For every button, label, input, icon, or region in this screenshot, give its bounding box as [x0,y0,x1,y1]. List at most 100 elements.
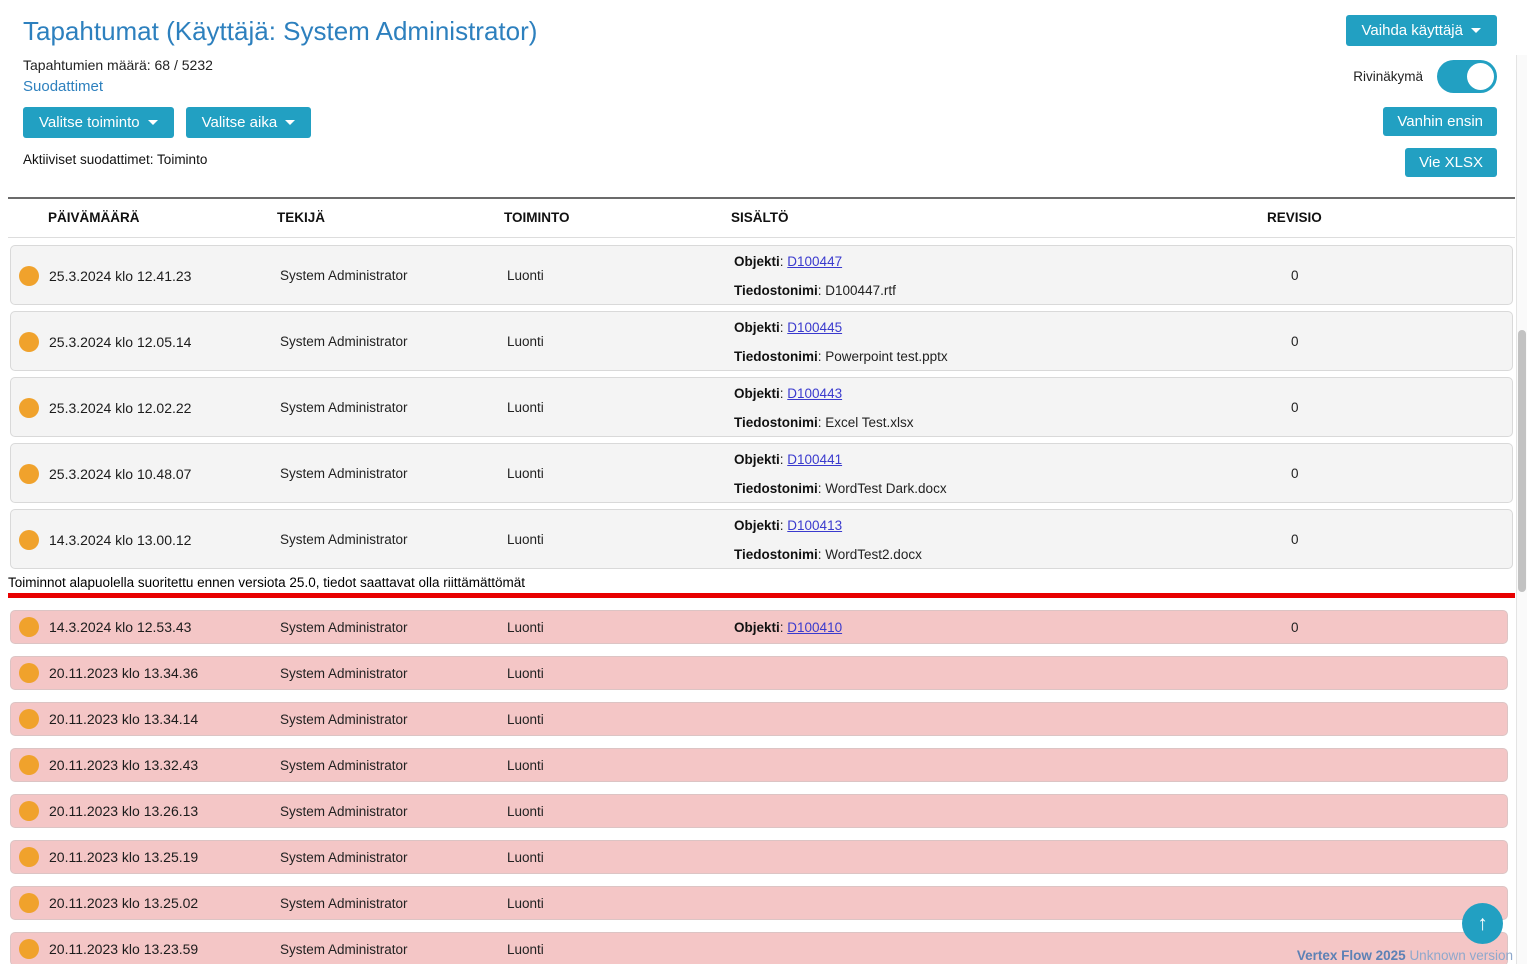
event-date: 14.3.2024 klo 13.00.12 [49,532,191,548]
event-author: System Administrator [272,611,499,643]
event-date: 20.11.2023 klo 13.23.59 [49,941,198,957]
event-action: Luonti [499,657,726,689]
active-filters-label: Aktiiviset suodattimet: Toiminto [23,152,537,167]
table-row: 25.3.2024 klo 12.02.22 System Administra… [10,377,1513,437]
event-date: 20.11.2023 klo 13.34.36 [49,665,198,681]
table-row: 20.11.2023 klo 13.23.59 System Administr… [10,932,1508,964]
event-author: System Administrator [272,378,499,437]
export-xlsx-container: Vie XLSX [1405,148,1497,177]
filter-buttons: Valitse toiminto Valitse aika [23,107,537,138]
column-header-revision: REVISIO [1259,210,1515,225]
legacy-divider [8,593,1515,598]
event-author: System Administrator [272,703,499,735]
object-label: Objekti [734,620,780,635]
filename-label: Tiedostonimi [734,481,818,496]
select-action-label: Valitse toiminto [39,114,140,131]
event-author: System Administrator [272,841,499,873]
export-xlsx-label: Vie XLSX [1419,154,1483,171]
event-author: System Administrator [272,887,499,919]
event-content [726,887,1262,919]
event-date: 25.3.2024 klo 12.02.22 [49,400,191,416]
event-author: System Administrator [272,444,499,503]
object-label: Objekti [734,518,780,533]
table-row: 20.11.2023 klo 13.26.13 System Administr… [10,794,1508,828]
object-link[interactable]: D100441 [787,452,842,467]
object-link[interactable]: D100445 [787,320,842,335]
filename-value: Excel Test.xlsx [825,415,913,430]
switch-user-label: Vaihda käyttäjä [1362,22,1463,39]
events-count: Tapahtumien määrä: 68 / 5232 [23,57,537,73]
event-action: Luonti [499,887,726,919]
event-content [726,795,1262,827]
event-content: Objekti: D100410 [726,611,1262,643]
event-content [726,841,1262,873]
object-label: Objekti [734,254,780,269]
event-author: System Administrator [272,657,499,689]
status-dot-icon [19,266,39,286]
event-action: Luonti [499,795,726,827]
event-content [726,933,1262,964]
event-content: Objekti: D100443 Tiedostonimi: Excel Tes… [726,378,1262,437]
object-link[interactable]: D100413 [787,518,842,533]
event-action: Luonti [499,841,726,873]
event-date: 14.3.2024 klo 12.53.43 [49,619,191,635]
event-date: 20.11.2023 klo 13.34.14 [49,711,198,727]
event-revision: 0 [1262,246,1512,305]
status-dot-icon [19,464,39,484]
table-row: 20.11.2023 klo 13.32.43 System Administr… [10,748,1508,782]
event-date: 20.11.2023 klo 13.25.02 [49,895,198,911]
table-row: 20.11.2023 klo 13.25.19 System Administr… [10,840,1508,874]
row-view-label: Rivinäkymä [1353,69,1423,84]
page-scrollbar[interactable] [1516,55,1527,964]
switch-user-container: Vaihda käyttäjä [1346,15,1497,46]
events-page: Tapahtumat (Käyttäjä: System Administrat… [0,0,1527,964]
event-revision [1262,703,1507,735]
filters-link[interactable]: Suodattimet [23,78,103,95]
event-content: Objekti: D100447 Tiedostonimi: D100447.r… [726,246,1262,305]
event-revision: 0 [1262,444,1512,503]
object-link[interactable]: D100410 [787,620,842,635]
object-link[interactable]: D100447 [787,254,842,269]
event-content: Objekti: D100441 Tiedostonimi: WordTest … [726,444,1262,503]
event-date: 20.11.2023 klo 13.26.13 [49,803,198,819]
filename-label: Tiedostonimi [734,415,818,430]
table-row: 14.3.2024 klo 12.53.43 System Administra… [10,610,1508,644]
event-date: 25.3.2024 klo 12.05.14 [49,334,191,350]
table-row: 20.11.2023 klo 13.34.14 System Administr… [10,702,1508,736]
table-row: 14.3.2024 klo 13.00.12 System Administra… [10,509,1513,569]
event-revision [1262,841,1507,873]
event-revision: 0 [1262,312,1512,371]
object-label: Objekti [734,452,780,467]
object-link[interactable]: D100443 [787,386,842,401]
oldest-first-button[interactable]: Vanhin ensin [1383,107,1497,136]
column-header-author: TEKIJÄ [269,210,496,225]
select-time-label: Valitse aika [202,114,278,131]
legacy-warning-text: Toiminnot alapuolella suoritettu ennen v… [8,575,1515,590]
event-revision [1262,657,1507,689]
caret-down-icon [1471,28,1481,33]
column-header-content: SISÄLTÖ [723,210,1259,225]
table-row: 25.3.2024 klo 10.48.07 System Administra… [10,443,1513,503]
scroll-to-top-button[interactable]: ↑ [1462,903,1503,944]
scrollbar-thumb[interactable] [1518,330,1526,592]
footer: Vertex Flow 2025 Unknown version [1297,948,1513,963]
select-time-button[interactable]: Valitse aika [186,107,312,138]
event-author: System Administrator [272,795,499,827]
page-header: Tapahtumat (Käyttäjä: System Administrat… [23,16,537,167]
export-xlsx-button[interactable]: Vie XLSX [1405,148,1497,177]
event-author: System Administrator [272,246,499,305]
event-action: Luonti [499,246,726,305]
select-action-button[interactable]: Valitse toiminto [23,107,174,138]
event-action: Luonti [499,703,726,735]
event-action: Luonti [499,933,726,964]
event-date: 25.3.2024 klo 10.48.07 [49,466,191,482]
table-row: 25.3.2024 klo 12.41.23 System Administra… [10,245,1513,305]
filename-value: Powerpoint test.pptx [825,349,947,364]
status-dot-icon [19,755,39,775]
switch-user-button[interactable]: Vaihda käyttäjä [1346,15,1497,46]
row-view-container: Rivinäkymä [1353,60,1497,93]
events-table: PÄIVÄMÄÄRÄ TEKIJÄ TOIMINTO SISÄLTÖ REVIS… [8,197,1515,964]
oldest-first-container: Vanhin ensin [1383,107,1497,136]
row-view-toggle[interactable] [1437,60,1497,93]
event-content: Objekti: D100413 Tiedostonimi: WordTest2… [726,510,1262,569]
